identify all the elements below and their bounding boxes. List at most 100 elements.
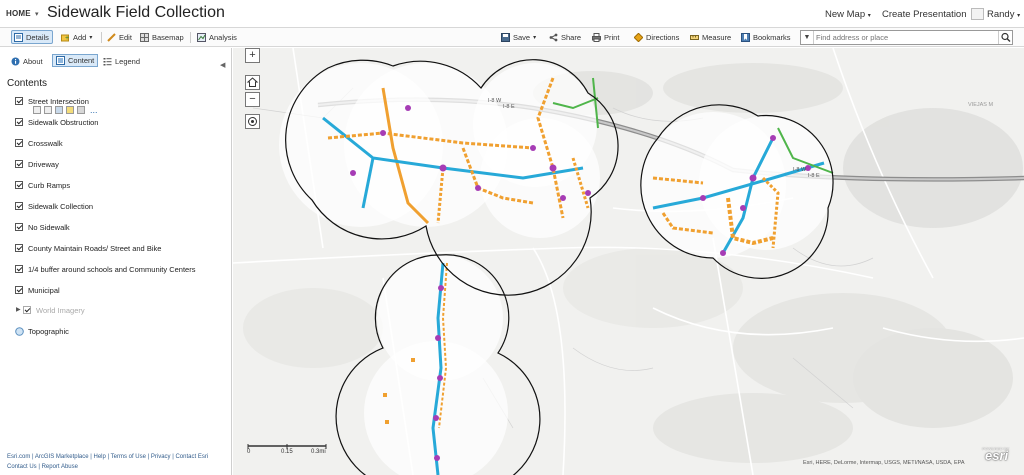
chevron-down-icon[interactable]: ▾ xyxy=(35,10,39,18)
layer-label[interactable]: Sidewalk Collection xyxy=(28,202,93,211)
analysis-icon[interactable] xyxy=(66,106,74,114)
measure-button[interactable]: Measure xyxy=(690,30,731,44)
layer-checkbox[interactable] xyxy=(15,286,23,294)
show-legend-icon[interactable] xyxy=(33,106,41,114)
footer-link[interactable]: Contact Us xyxy=(7,464,37,470)
layer-checkbox[interactable] xyxy=(15,118,23,126)
print-button[interactable]: Print xyxy=(592,30,619,44)
directions-button[interactable]: Directions xyxy=(634,30,679,44)
basemap-button[interactable]: Basemap xyxy=(140,30,184,44)
footer-link[interactable]: Help xyxy=(94,454,106,460)
save-button[interactable]: Save ▾ xyxy=(501,30,536,44)
collapse-panel-icon[interactable]: ◀ xyxy=(220,61,225,69)
layer-school-buffer[interactable]: 1/4 buffer around schools and Community … xyxy=(15,263,195,275)
show-table-icon[interactable] xyxy=(44,106,52,114)
measure-label[interactable]: Measure xyxy=(702,33,731,42)
layer-label[interactable]: County Maintain Roads/ Street and Bike xyxy=(28,244,161,253)
layer-label[interactable]: 1/4 buffer around schools and Community … xyxy=(28,265,195,274)
user-avatar-icon[interactable] xyxy=(971,8,984,20)
locate-button[interactable] xyxy=(245,114,260,129)
add-label[interactable]: Add xyxy=(73,33,86,42)
layer-municipal[interactable]: Municipal xyxy=(15,284,60,296)
layer-label[interactable]: Curb Ramps xyxy=(28,181,70,190)
tab-about[interactable]: About xyxy=(11,55,43,67)
layer-label[interactable]: Street Intersection xyxy=(28,97,89,106)
create-presentation-link[interactable]: Create Presentation xyxy=(882,9,967,20)
tab-legend[interactable]: Legend xyxy=(103,55,140,67)
footer-link[interactable]: Contact Esri xyxy=(175,454,208,460)
layer-checkbox[interactable] xyxy=(15,139,23,147)
esri-logo[interactable]: esri xyxy=(985,448,1008,463)
share-label[interactable]: Share xyxy=(561,33,581,42)
footer-link[interactable]: Report Abuse xyxy=(42,464,78,470)
more-options-icon[interactable]: ... xyxy=(90,106,98,115)
map-canvas[interactable]: I-8 W I-8 E I-8 W I-8 E VIEJAS M xyxy=(233,48,1024,475)
directions-label[interactable]: Directions xyxy=(646,33,679,42)
layer-label[interactable]: Crosswalk xyxy=(28,139,63,148)
tab-content[interactable]: Content xyxy=(52,54,99,67)
layer-checkbox[interactable] xyxy=(15,202,23,210)
search-source-dropdown[interactable]: ▼ xyxy=(801,31,814,44)
basemap-label[interactable]: Basemap xyxy=(152,33,184,42)
zoom-in-button[interactable]: + xyxy=(245,48,260,63)
map-view[interactable]: I-8 W I-8 E I-8 W I-8 E VIEJAS M + − 0 0… xyxy=(233,48,1024,475)
layer-world-imagery[interactable]: World Imagery xyxy=(23,304,85,316)
layer-label[interactable]: World Imagery xyxy=(36,306,85,315)
user-menu[interactable]: Randy ▾ xyxy=(987,9,1020,20)
home-extent-button[interactable] xyxy=(245,75,260,90)
details-button[interactable]: Details xyxy=(11,30,53,44)
layer-crosswalk[interactable]: Crosswalk xyxy=(15,137,63,149)
footer-link[interactable]: Esri.com xyxy=(7,454,30,460)
filter-icon[interactable] xyxy=(77,106,85,114)
tab-about-label[interactable]: About xyxy=(23,57,43,66)
share-button[interactable]: Share xyxy=(549,30,581,44)
layer-label[interactable]: Municipal xyxy=(28,286,60,295)
footer-link[interactable]: Privacy xyxy=(151,454,171,460)
footer-link[interactable]: Terms of Use xyxy=(111,454,146,460)
search-input[interactable] xyxy=(816,32,996,43)
details-label[interactable]: Details xyxy=(26,33,49,42)
new-map-menu[interactable]: New Map ▾ xyxy=(825,9,871,20)
analysis-label[interactable]: Analysis xyxy=(209,33,237,42)
bookmarks-button[interactable]: Bookmarks xyxy=(741,30,791,44)
layer-checkbox[interactable] xyxy=(23,306,31,314)
user-name[interactable]: Randy xyxy=(987,9,1014,20)
chevron-down-icon[interactable]: ▾ xyxy=(1017,13,1020,19)
layer-no-sidewalk[interactable]: No Sidewalk xyxy=(15,221,70,233)
chevron-down-icon[interactable]: ▾ xyxy=(89,34,92,41)
layer-county-roads[interactable]: County Maintain Roads/ Street and Bike xyxy=(15,242,161,254)
edit-label[interactable]: Edit xyxy=(119,33,132,42)
tab-content-label[interactable]: Content xyxy=(68,56,94,65)
search-button[interactable] xyxy=(998,31,1012,44)
layer-label[interactable]: Driveway xyxy=(28,160,59,169)
print-label[interactable]: Print xyxy=(604,33,619,42)
new-map-label[interactable]: New Map xyxy=(825,9,865,20)
layer-driveway[interactable]: Driveway xyxy=(15,158,59,170)
change-style-icon[interactable] xyxy=(55,106,63,114)
layer-checkbox[interactable] xyxy=(15,223,23,231)
expand-layer-icon[interactable]: ▶ xyxy=(16,306,21,313)
bookmarks-label[interactable]: Bookmarks xyxy=(753,33,791,42)
layer-checkbox[interactable] xyxy=(15,97,23,105)
chevron-down-icon[interactable]: ▾ xyxy=(868,13,871,19)
footer-link[interactable]: ArcGIS Marketplace xyxy=(35,454,89,460)
layer-sidewalk-obstruction[interactable]: Sidewalk Obstruction xyxy=(15,116,98,128)
layer-label[interactable]: Topographic xyxy=(28,327,69,336)
map-attribution[interactable]: Esri, HERE, DeLorme, Intermap, USGS, MET… xyxy=(803,460,965,466)
layer-checkbox[interactable] xyxy=(15,265,23,273)
tab-legend-label[interactable]: Legend xyxy=(115,57,140,66)
layer-sidewalk-collection[interactable]: Sidewalk Collection xyxy=(15,200,93,212)
layer-checkbox[interactable] xyxy=(15,160,23,168)
layer-topographic[interactable]: Topographic xyxy=(15,325,69,337)
chevron-down-icon[interactable]: ▾ xyxy=(533,34,536,41)
edit-button[interactable]: Edit xyxy=(107,30,132,44)
layer-label[interactable]: Sidewalk Obstruction xyxy=(28,118,98,127)
layer-checkbox[interactable] xyxy=(15,244,23,252)
layer-checkbox[interactable] xyxy=(15,181,23,189)
zoom-out-button[interactable]: − xyxy=(245,92,260,107)
layer-label[interactable]: No Sidewalk xyxy=(28,223,70,232)
add-button[interactable]: + Add ▾ xyxy=(61,30,92,44)
layer-curb-ramps[interactable]: Curb Ramps xyxy=(15,179,70,191)
home-menu[interactable]: HOME xyxy=(6,9,31,18)
save-label[interactable]: Save xyxy=(513,33,530,42)
